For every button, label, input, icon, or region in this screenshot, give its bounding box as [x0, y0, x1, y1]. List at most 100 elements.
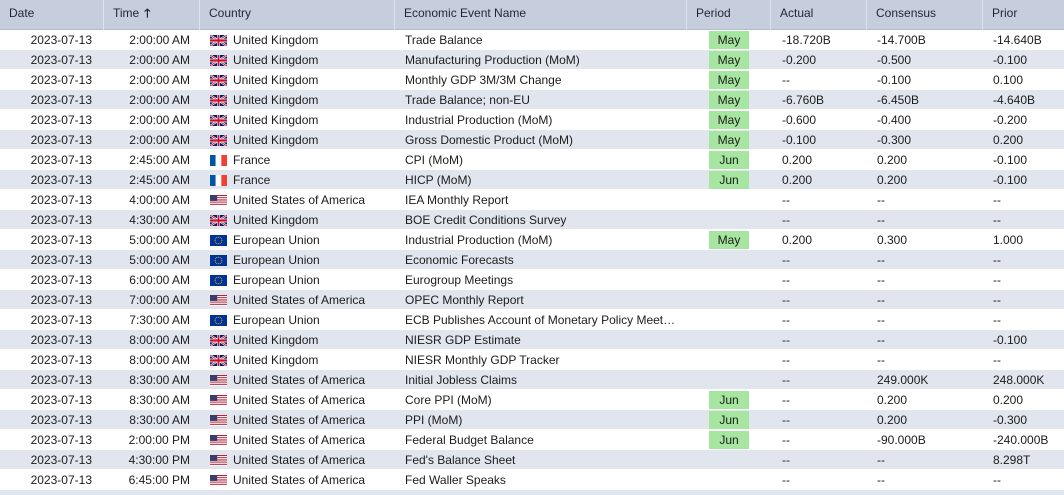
table-row[interactable]: 2023-07-13 2:45:00 AM France HICP (MoM) Jun 0… [0, 170, 1064, 190]
period-cell: May [687, 110, 771, 130]
country-name: United Kingdom [233, 73, 319, 87]
date-cell: 2023-07-13 [30, 253, 92, 267]
time-cell: 8:30:00 AM [129, 373, 190, 387]
date-cell: 2023-07-13 [30, 153, 92, 167]
period-badge: Jun [709, 171, 749, 189]
prior-cell: 0.200 [993, 133, 1024, 147]
time-cell: 8:30:00 AM [129, 413, 190, 427]
table-row[interactable]: 2023-07-13 5:00:00 AM European Union Indust… [0, 230, 1064, 250]
table-row[interactable]: 2023-07-13 8:30:00 AM United States of Ame… [0, 390, 1064, 410]
date-cell: 2023-07-13 [30, 233, 92, 247]
table-row[interactable]: 2023-07-13 8:00:00 AM United Kingdom NIESR … [0, 330, 1064, 350]
country-name: United Kingdom [233, 93, 319, 107]
date-cell: 2023-07-13 [30, 33, 92, 47]
table-row[interactable]: 2023-07-13 6:00:00 AM European Union Eurogr… [0, 270, 1064, 290]
country-cell: European Union [200, 270, 395, 290]
date-cell: 2023-07-13 [30, 113, 92, 127]
event-name-cell [395, 490, 687, 495]
column-header-prior[interactable]: Prior [983, 0, 1064, 30]
country-name: United Kingdom [233, 133, 319, 147]
table-row[interactable]: 2023-07-13 2:00:00 AM United Kingdom Indust… [0, 110, 1064, 130]
country-cell: United States of America [200, 290, 395, 310]
country-cell: United Kingdom [200, 90, 395, 110]
column-header-actual[interactable]: Actual [771, 0, 867, 30]
table-row[interactable]: 2023-07-13 8:30:00 AM United States of Ame… [0, 370, 1064, 390]
table-row[interactable]: 2023-07-13 2:00:00 AM United Kingdom Trade … [0, 30, 1064, 50]
consensus-cell: -- [877, 193, 885, 207]
france-flag-icon [210, 174, 227, 186]
country-cell: European Union [200, 310, 395, 330]
grid-body: 2023-07-13 2:00:00 AM United Kingdom Trade … [0, 30, 1064, 495]
table-row[interactable]: 2023-07-13 2:00:00 PM United States of Ame… [0, 430, 1064, 450]
time-cell: 2:00:00 AM [129, 133, 190, 147]
usa-flag-icon [210, 434, 227, 446]
column-header-period[interactable]: Period [687, 0, 771, 30]
actual-cell: -- [782, 253, 790, 267]
actual-cell: -- [782, 353, 790, 367]
country-cell: United States of America [200, 370, 395, 390]
time-cell: 7:00:00 AM [129, 293, 190, 307]
country-cell: France [200, 170, 395, 190]
period-badge: Jun [709, 431, 749, 449]
consensus-cell: -- [877, 253, 885, 267]
actual-cell: 0.200 [782, 153, 813, 167]
arrow-up-icon: 🡑 [144, 6, 151, 20]
date-cell: 2023-07-13 [30, 433, 92, 447]
column-header-time[interactable]: Time 🡑 [104, 0, 200, 30]
table-row[interactable]: 2023-07-13 8:00:00 AM United Kingdom NIESR … [0, 350, 1064, 370]
period-cell [687, 190, 771, 210]
actual-cell: -- [782, 413, 790, 427]
prior-cell: -- [993, 293, 1001, 307]
table-row[interactable]: 2023-07-13 6:45:00 PM United States of Ame… [0, 470, 1064, 490]
country-name: United States of America [233, 393, 366, 407]
table-row[interactable]: 2023-07-13 2:00:00 AM United Kingdom Monthl… [0, 70, 1064, 90]
table-row[interactable]: 2023-07-13 4:30:00 AM United Kingdom BOE Cr… [0, 210, 1064, 230]
prior-cell: -- [993, 273, 1001, 287]
column-header-date[interactable]: Date [0, 0, 104, 30]
event-name-cell: Trade Balance; non-EU [405, 93, 530, 107]
country-name: European Union [233, 313, 320, 327]
prior-cell: -14.640B [993, 33, 1042, 47]
column-header-country[interactable]: Country [200, 0, 395, 30]
period-badge: May [709, 31, 749, 49]
table-row[interactable]: 2023-07-13 7:00:00 AM United States of Ame… [0, 290, 1064, 310]
table-row[interactable]: 2023-07-13 4:00:00 AM United States of Ame… [0, 190, 1064, 210]
time-cell: 2:00:00 AM [129, 33, 190, 47]
table-row[interactable] [0, 490, 1064, 495]
column-header-label: Prior [992, 6, 1018, 20]
uk-flag-icon [210, 114, 227, 126]
event-name-cell: NIESR Monthly GDP Tracker [405, 353, 560, 367]
column-header-label: Country [209, 6, 252, 20]
prior-cell: -- [993, 193, 1001, 207]
consensus-cell: 0.200 [877, 153, 908, 167]
table-row[interactable]: 2023-07-13 8:30:00 AM United States of Ame… [0, 410, 1064, 430]
column-header-event[interactable]: Economic Event Name [395, 0, 687, 30]
country-cell: European Union [200, 230, 395, 250]
table-row[interactable]: 2023-07-13 2:45:00 AM France CPI (MoM) Jun 0.… [0, 150, 1064, 170]
table-row[interactable]: 2023-07-13 5:00:00 AM European Union Econom… [0, 250, 1064, 270]
table-row[interactable]: 2023-07-13 4:30:00 PM United States of Ame… [0, 450, 1064, 470]
table-row[interactable]: 2023-07-13 2:00:00 AM United Kingdom Gross … [0, 130, 1064, 150]
event-name-cell: Eurogroup Meetings [405, 273, 514, 287]
country-name: United Kingdom [233, 113, 319, 127]
country-name: United Kingdom [233, 33, 319, 47]
country-cell: United Kingdom [200, 350, 395, 370]
period-badge: May [709, 111, 749, 129]
usa-flag-icon [210, 454, 227, 466]
country-name: United States of America [233, 193, 366, 207]
country-cell: United States of America [200, 430, 395, 450]
consensus-cell: 0.200 [877, 173, 908, 187]
period-cell [687, 470, 771, 490]
column-header-consensus[interactable]: Consensus [867, 0, 983, 30]
table-row[interactable]: 2023-07-13 2:00:00 AM United Kingdom Trade … [0, 90, 1064, 110]
period-cell: Jun [687, 410, 771, 430]
prior-cell: -240.000B [993, 433, 1049, 447]
time-cell: 5:00:00 AM [129, 233, 190, 247]
table-row[interactable]: 2023-07-13 2:00:00 AM United Kingdom Manufa… [0, 50, 1064, 70]
period-cell [687, 250, 771, 270]
usa-flag-icon [210, 194, 227, 206]
economic-calendar-grid: Date Time 🡑 Country Economic Event Name P… [0, 0, 1064, 495]
table-row[interactable]: 2023-07-13 7:30:00 AM European Union ECB Pu… [0, 310, 1064, 330]
date-cell: 2023-07-13 [30, 413, 92, 427]
france-flag-icon [210, 154, 227, 166]
